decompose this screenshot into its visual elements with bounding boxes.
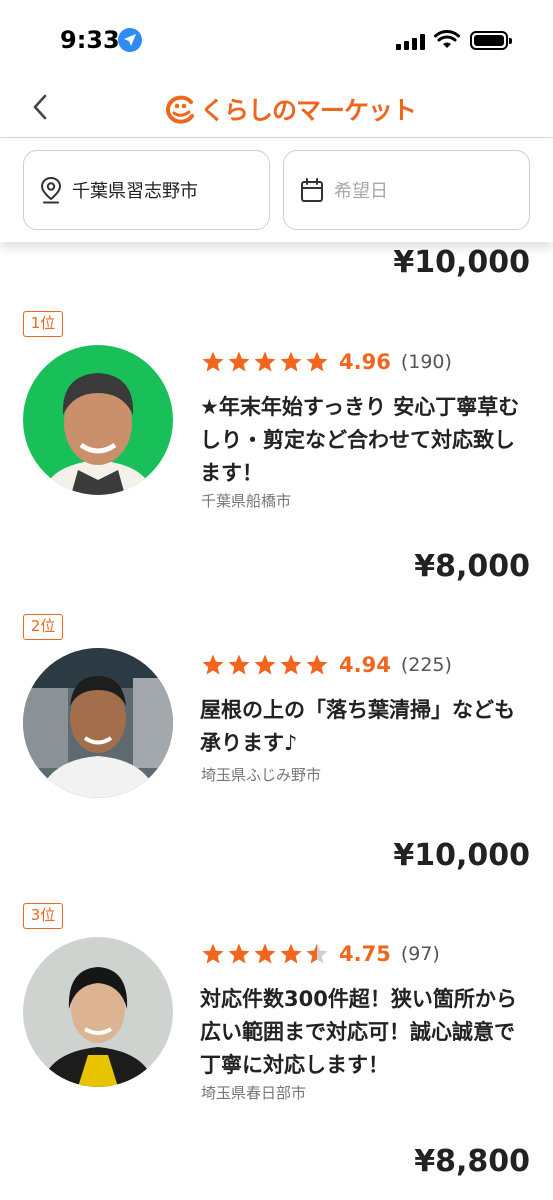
listing-card[interactable]: 1位 4.96 (190) ★年末年始すっきり 安心丁寧草むしり・剪定など合わせ… bbox=[0, 300, 553, 600]
rating-value: 4.96 bbox=[339, 350, 391, 374]
location-pin-icon bbox=[40, 176, 62, 204]
rating-row: 4.96 (190) bbox=[201, 350, 452, 374]
star-full-icon bbox=[280, 654, 302, 675]
star-full-icon bbox=[280, 351, 302, 372]
location-filter[interactable]: 千葉県習志野市 bbox=[23, 150, 270, 230]
star-full-icon bbox=[254, 351, 276, 372]
date-filter[interactable]: 希望日 bbox=[283, 150, 530, 230]
listing-title: 屋根の上の「落ち葉清掃」なども承ります♪ bbox=[200, 698, 515, 755]
rating-row: 4.94 (225) bbox=[201, 653, 452, 677]
star-full-icon bbox=[202, 654, 224, 675]
avatar bbox=[23, 937, 173, 1087]
star-rating bbox=[201, 942, 331, 966]
star-full-icon bbox=[254, 654, 276, 675]
nav-bar: くらしのマーケット bbox=[0, 80, 553, 138]
star-full-icon bbox=[202, 351, 224, 372]
listing-price: ¥8,000 bbox=[414, 549, 530, 584]
star-full-icon bbox=[306, 351, 328, 372]
logo-text: くらしのマーケット bbox=[200, 96, 417, 125]
avatar bbox=[23, 345, 173, 495]
back-button[interactable] bbox=[26, 92, 56, 122]
review-count: (97) bbox=[400, 943, 440, 965]
listing-title: ★年末年始すっきり 安心丁寧草むしり・剪定など合わせて対応致します！ bbox=[200, 395, 520, 485]
star-full-icon bbox=[306, 654, 328, 675]
listing-location: 埼玉県春日部市 bbox=[201, 1084, 307, 1102]
rating-row: 4.75 (97) bbox=[201, 942, 440, 966]
star-full-icon bbox=[280, 943, 302, 964]
listing-location: 千葉県船橋市 bbox=[201, 492, 292, 510]
listing-price: ¥10,000 bbox=[393, 245, 530, 280]
star-full-icon bbox=[228, 943, 250, 964]
logo-mark-icon bbox=[166, 95, 194, 124]
listing-card[interactable]: 3位 4.75 (97) 対応件数300件超！狭い箇所から広い範囲まで対応可！誠… bbox=[0, 892, 553, 1192]
logo[interactable]: くらしのマーケット bbox=[164, 92, 417, 126]
star-rating bbox=[201, 350, 331, 374]
rating-value: 4.75 bbox=[339, 942, 391, 966]
wifi-icon bbox=[434, 30, 460, 48]
date-filter-placeholder: 希望日 bbox=[334, 181, 388, 202]
listing-location: 埼玉県ふじみ野市 bbox=[201, 766, 322, 784]
star-half-icon bbox=[306, 943, 328, 964]
star-rating bbox=[201, 653, 331, 677]
review-count: (225) bbox=[400, 654, 452, 676]
rank-badge: 2位 bbox=[23, 614, 63, 640]
rating-value: 4.94 bbox=[339, 653, 391, 677]
calendar-icon bbox=[301, 178, 323, 202]
location-filter-value: 千葉県習志野市 bbox=[72, 181, 198, 202]
signal-icon bbox=[396, 34, 426, 50]
rank-badge: 1位 bbox=[23, 311, 63, 337]
rank-badge: 3位 bbox=[23, 903, 63, 929]
listing-price: ¥8,800 bbox=[414, 1144, 530, 1179]
star-full-icon bbox=[202, 943, 224, 964]
star-full-icon bbox=[228, 351, 250, 372]
location-arrow-icon bbox=[118, 28, 142, 52]
avatar bbox=[23, 648, 173, 798]
listing-price: ¥10,000 bbox=[393, 838, 530, 873]
star-full-icon bbox=[254, 943, 276, 964]
listing-card[interactable]: 2位 4.94 (225) 屋根の上の「落ち葉清掃」なども承ります♪ 埼玉県ふじ… bbox=[0, 603, 553, 903]
star-full-icon bbox=[228, 654, 250, 675]
status-time: 9:33 bbox=[60, 26, 120, 54]
battery-icon bbox=[470, 31, 512, 50]
review-count: (190) bbox=[400, 351, 452, 373]
listing-title: 対応件数300件超！狭い箇所から広い範囲まで対応可！誠心誠意で丁寧に対応します！ bbox=[200, 987, 517, 1077]
filter-bar: 千葉県習志野市 希望日 bbox=[0, 138, 553, 242]
status-bar: 9:33 bbox=[0, 0, 553, 80]
